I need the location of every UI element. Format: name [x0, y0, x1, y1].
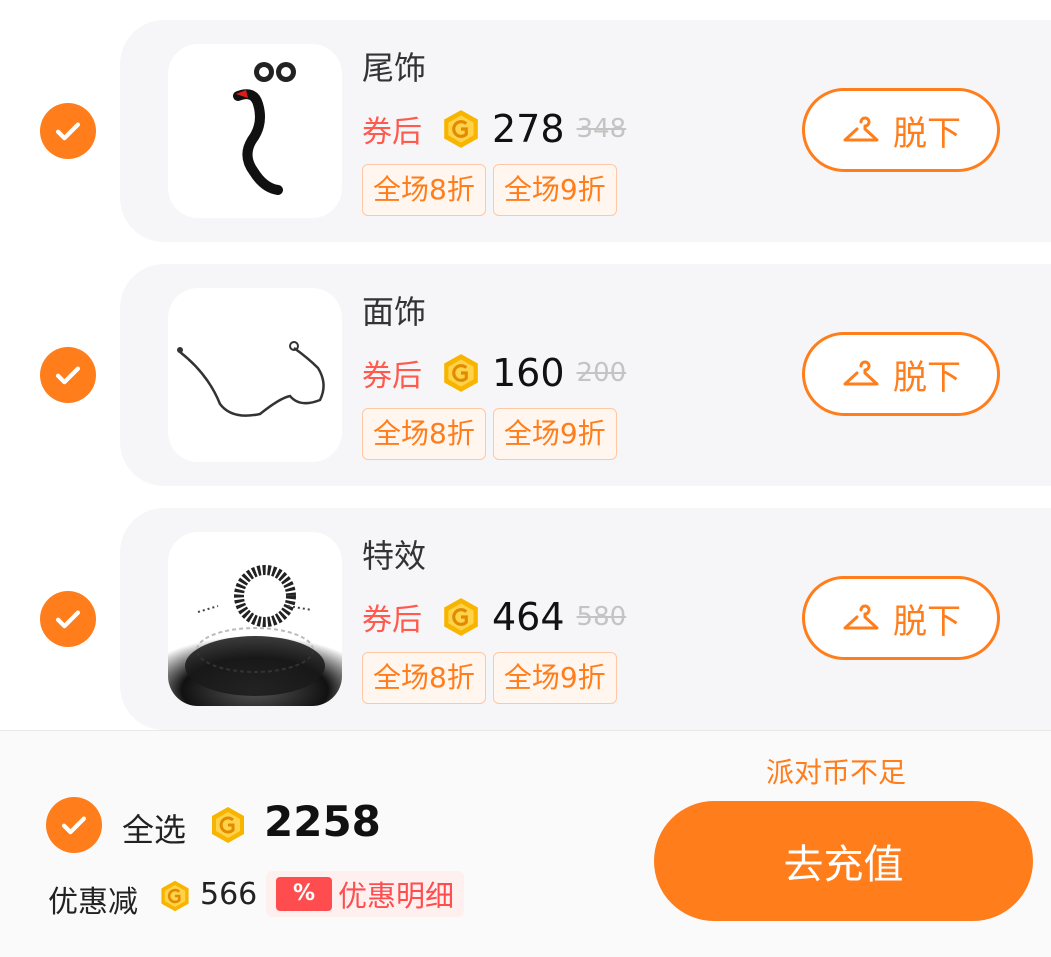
discount-detail-button[interactable]: % 优惠明细: [266, 871, 465, 917]
take-off-label: 脱下: [893, 357, 961, 398]
party-coin-icon: [212, 807, 244, 843]
take-off-button[interactable]: 脱下: [802, 332, 1000, 416]
insufficient-coins-warning: 派对币不足: [766, 756, 907, 789]
party-coin-icon: [444, 110, 478, 148]
tail-accessory-image: [168, 44, 342, 218]
discount-tags: 全场8折 全场9折: [362, 164, 624, 216]
checkmark-icon: [55, 122, 81, 141]
hanger-icon: [843, 360, 879, 386]
after-coupon-label: 券后: [362, 359, 422, 394]
discount-detail-label: 优惠明细: [338, 879, 455, 913]
cart-item: 面饰 券后 160 200 全场8折 全场9折 脱下: [0, 264, 1051, 486]
item-checkbox[interactable]: [40, 591, 96, 647]
original-price: 348: [576, 114, 627, 144]
after-coupon-label: 券后: [362, 603, 422, 638]
recharge-button[interactable]: 去充值: [654, 801, 1033, 921]
item-checkbox[interactable]: [40, 347, 96, 403]
coupon-percent-icon: %: [276, 877, 332, 911]
cart-item: 尾饰 券后 278 348 全场8折 全场9折 脱下: [0, 20, 1051, 242]
price-line: 券后 278 348: [362, 106, 626, 152]
price-line: 券后 160 200: [362, 350, 626, 396]
item-name: 面饰: [362, 293, 427, 331]
original-price: 200: [576, 358, 627, 388]
item-card: 尾饰 券后 278 348 全场8折 全场9折 脱下: [120, 20, 1051, 242]
party-coin-icon: [444, 598, 478, 636]
discount-tag: 全场9折: [492, 652, 617, 704]
take-off-label: 脱下: [893, 601, 961, 642]
discount-tag: 全场9折: [492, 408, 617, 460]
checkmark-icon: [55, 610, 81, 629]
hanger-icon: [843, 604, 879, 630]
discount-tags: 全场8折 全场9折: [362, 652, 624, 704]
discount-tag: 全场8折: [362, 408, 486, 460]
select-all-checkbox[interactable]: [46, 797, 102, 853]
discount-tags: 全场8折 全场9折: [362, 408, 624, 460]
discount-tag: 全场9折: [492, 164, 617, 216]
checkout-footer: 派对币不足 全选 2258 优惠减 566 % 优惠明细 去充值: [0, 730, 1051, 957]
discount-value: 566: [200, 877, 258, 912]
original-price: 580: [576, 602, 627, 632]
item-name: 特效: [362, 537, 427, 575]
item-card: 面饰 券后 160 200 全场8折 全场9折 脱下: [120, 264, 1051, 486]
total-price: 2258: [264, 797, 381, 846]
discount-label: 优惠减: [48, 885, 138, 920]
glasses-accessory-image: [168, 288, 342, 462]
hanger-icon: [843, 116, 879, 142]
party-coin-icon: [161, 880, 189, 912]
after-coupon-label: 券后: [362, 115, 422, 150]
discount-tag: 全场8折: [362, 164, 486, 216]
item-price: 160: [492, 351, 565, 395]
item-checkbox[interactable]: [40, 103, 96, 159]
take-off-button[interactable]: 脱下: [802, 576, 1000, 660]
take-off-label: 脱下: [893, 113, 961, 154]
item-name: 尾饰: [362, 49, 427, 87]
cart-item: 特效 券后 464 580 全场8折 全场9折 脱下: [0, 508, 1051, 730]
checkmark-icon: [61, 816, 87, 835]
effect-image: [168, 532, 342, 706]
item-price: 464: [492, 595, 565, 639]
party-coin-icon: [444, 354, 478, 392]
item-card: 特效 券后 464 580 全场8折 全场9折 脱下: [120, 508, 1051, 730]
checkmark-icon: [55, 366, 81, 385]
discount-tag: 全场8折: [362, 652, 486, 704]
select-all-label[interactable]: 全选: [122, 805, 186, 851]
item-price: 278: [492, 107, 565, 151]
take-off-button[interactable]: 脱下: [802, 88, 1000, 172]
price-line: 券后 464 580: [362, 594, 626, 640]
recharge-label: 去充值: [783, 842, 904, 888]
